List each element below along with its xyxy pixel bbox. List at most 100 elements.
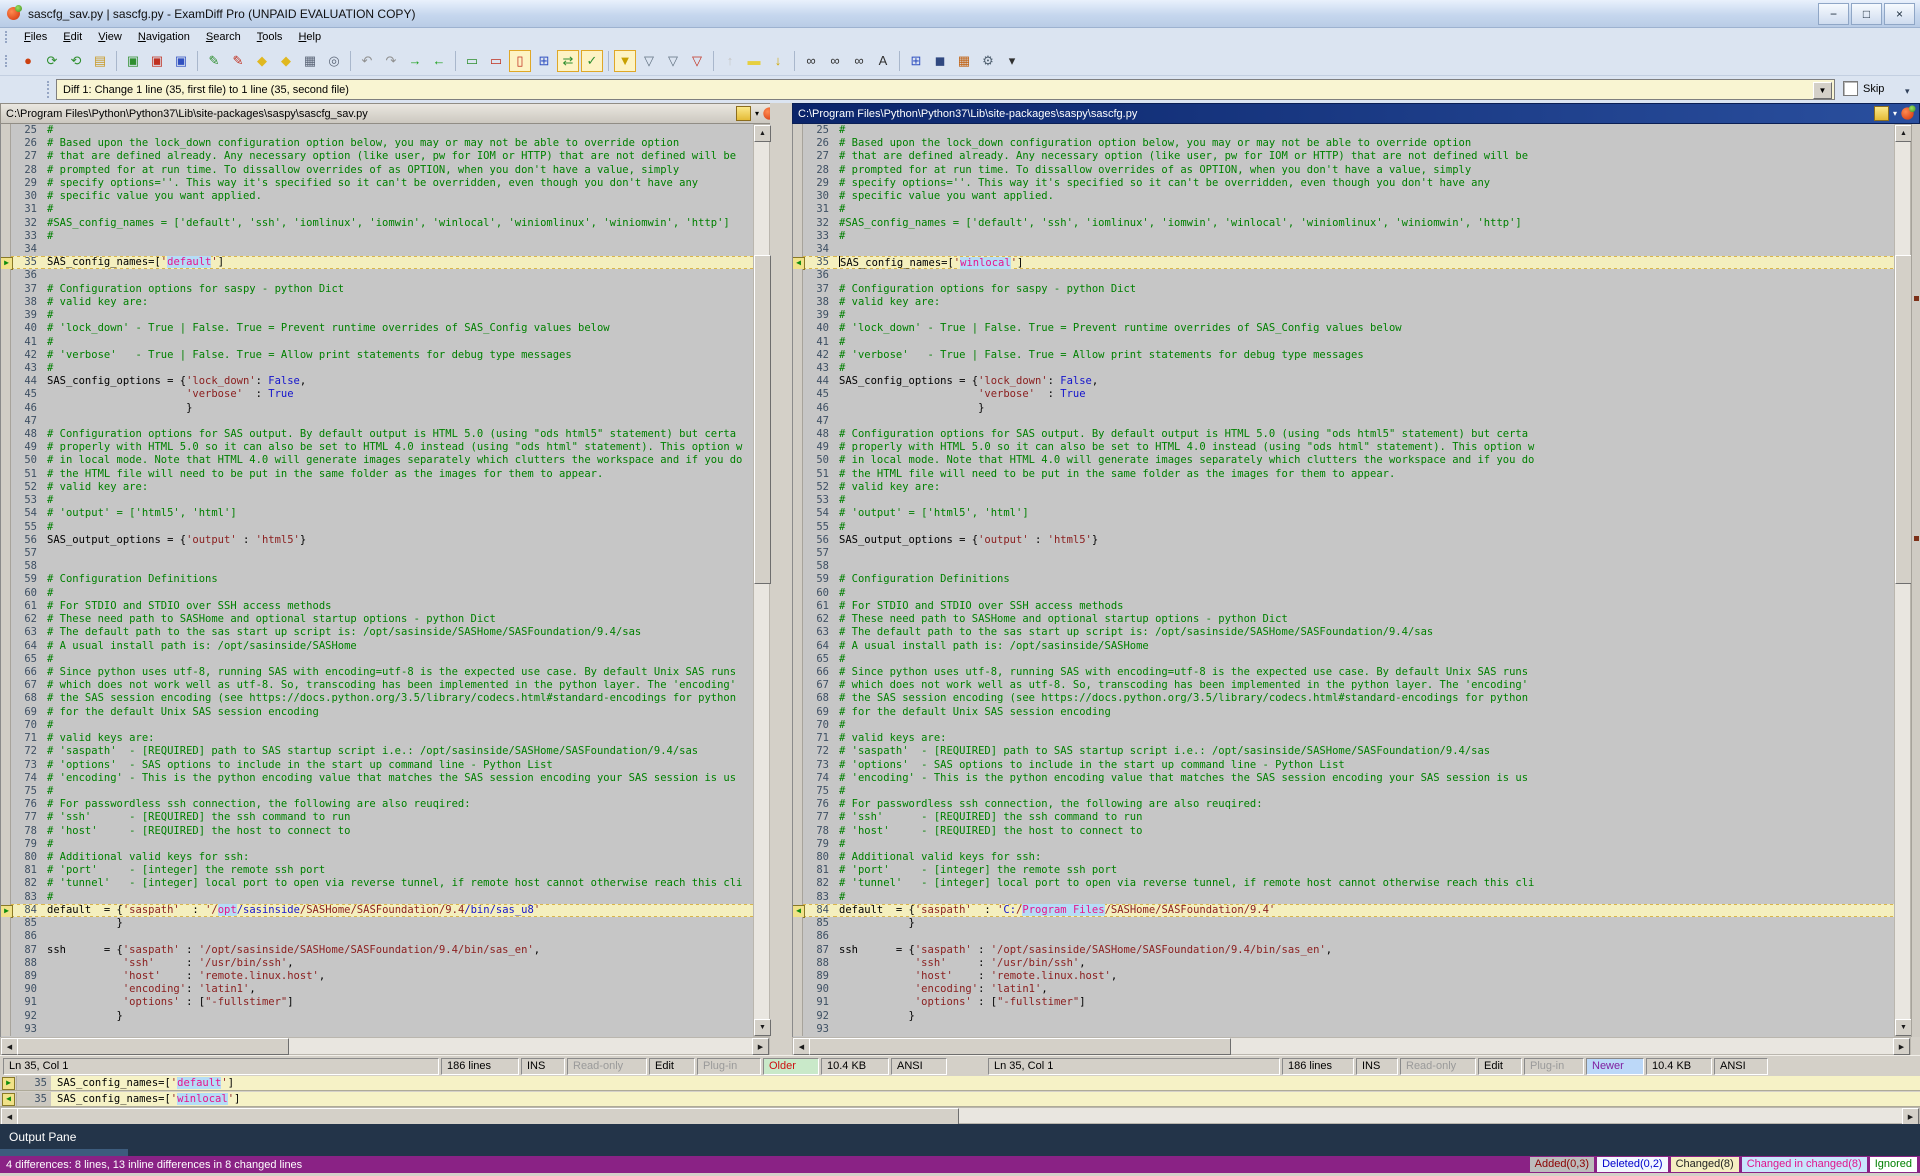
code-line[interactable]: 42# 'verbose' - True | False. True = All…: [1, 349, 753, 362]
find-next-difference-icon[interactable]: ∞: [824, 50, 846, 72]
filter-icon[interactable]: ▼: [614, 50, 636, 72]
swap-and-recompare-icon[interactable]: ⟲: [65, 50, 87, 72]
code-line[interactable]: 51# the HTML file will need to be put in…: [1, 468, 753, 481]
auto-recompare-icon[interactable]: ✓: [581, 50, 603, 72]
code-line[interactable]: 43#: [1, 362, 753, 375]
plugins-icon[interactable]: ◼: [929, 50, 951, 72]
code-line[interactable]: 86: [1, 930, 753, 943]
code-line[interactable]: 52# valid key are:: [793, 481, 1894, 494]
code-line[interactable]: 71# valid keys are:: [1, 732, 753, 745]
code-line[interactable]: 36: [1, 269, 753, 282]
code-line[interactable]: ▶35SAS_config_names=['default']: [1, 256, 753, 269]
diffbar-grip[interactable]: [42, 81, 55, 99]
code-line[interactable]: 76# For passwordless ssh connection, the…: [1, 798, 753, 811]
code-line[interactable]: 48# Configuration options for SAS output…: [793, 428, 1894, 441]
filter-clear-icon[interactable]: ▽: [686, 50, 708, 72]
code-line[interactable]: 86: [793, 930, 1894, 943]
second-file-hscrollbar[interactable]: ◀ ▶: [792, 1037, 1911, 1055]
code-line[interactable]: 82# 'tunnel' - [integer] local port to o…: [1, 877, 753, 890]
code-line[interactable]: 73# 'options' - SAS options to include i…: [1, 759, 753, 772]
code-line[interactable]: 76# For passwordless ssh connection, the…: [793, 798, 1894, 811]
code-line[interactable]: 38# valid key are:: [1, 296, 753, 309]
redo-icon[interactable]: ↷: [380, 50, 402, 72]
code-line[interactable]: 62# These need path to SASHome and optio…: [793, 613, 1894, 626]
highlight-second-icon[interactable]: ◆: [275, 50, 297, 72]
code-line[interactable]: 78# 'host' - [REQUIRED] the host to conn…: [793, 825, 1894, 838]
code-line[interactable]: 40# 'lock_down' - True | False. True = P…: [1, 322, 753, 335]
close-button[interactable]: ×: [1884, 3, 1915, 25]
code-line[interactable]: 71# valid keys are:: [793, 732, 1894, 745]
diff-map-strip[interactable]: [1911, 124, 1920, 1037]
code-line[interactable]: 28# prompted for at run time. To dissall…: [1, 164, 753, 177]
hscroll-thumb[interactable]: [17, 1108, 959, 1125]
code-line[interactable]: 32#SAS_config_names = ['default', 'ssh',…: [793, 217, 1894, 230]
code-line[interactable]: 72# 'saspath' - [REQUIRED] path to SAS s…: [793, 745, 1894, 758]
scroll-down-icon[interactable]: ▼: [754, 1019, 771, 1036]
code-line[interactable]: 66# Since python uses utf-8, running SAS…: [1, 666, 753, 679]
menu-item-tools[interactable]: Tools: [249, 30, 291, 45]
code-line[interactable]: 67# which does not work well as utf-8. S…: [793, 679, 1894, 692]
first-file-hscrollbar[interactable]: ◀ ▶: [0, 1037, 770, 1055]
code-line[interactable]: 62# These need path to SASHome and optio…: [1, 613, 753, 626]
code-line[interactable]: 37# Configuration options for saspy - py…: [793, 283, 1894, 296]
show-changed-icon[interactable]: ▯: [509, 50, 531, 72]
first-file-header[interactable]: C:\Program Files\Python\Python37\Lib\sit…: [0, 103, 782, 124]
code-line[interactable]: 93: [1, 1023, 753, 1036]
copy-path-icon[interactable]: [1874, 106, 1889, 121]
copy-path-icon[interactable]: [736, 106, 751, 121]
code-line[interactable]: 25#: [1, 124, 753, 137]
synchronized-scrolling-icon[interactable]: ⇄: [557, 50, 579, 72]
code-line[interactable]: 38# valid key are:: [793, 296, 1894, 309]
header-dropdown-icon[interactable]: ▾: [1893, 109, 1897, 118]
code-line[interactable]: 29# specify options=''. This way it's sp…: [1, 177, 753, 190]
code-line[interactable]: 92 }: [1, 1010, 753, 1023]
hscroll-thumb[interactable]: [17, 1038, 289, 1055]
code-line[interactable]: 59# Configuration Definitions: [793, 573, 1894, 586]
code-line[interactable]: 74# 'encoding' - This is the python enco…: [1, 772, 753, 785]
panes-layout-icon[interactable]: ⊞: [905, 50, 927, 72]
toolbar-grip[interactable]: [5, 55, 10, 67]
code-line[interactable]: 39#: [793, 309, 1894, 322]
code-line[interactable]: 77# 'ssh' - [REQUIRED] the ssh command t…: [793, 811, 1894, 824]
code-line[interactable]: 89 'host' : 'remote.linux.host',: [793, 970, 1894, 983]
code-line[interactable]: 88 'ssh' : '/usr/bin/ssh',: [1, 957, 753, 970]
code-line[interactable]: 93: [793, 1023, 1894, 1036]
second-file-vscrollbar[interactable]: ▲ ▼: [1894, 124, 1911, 1037]
options-icon[interactable]: ⚙: [977, 50, 999, 72]
menu-grip[interactable]: [5, 31, 10, 43]
code-line[interactable]: 44SAS_config_options = {'lock_down': Fal…: [793, 375, 1894, 388]
code-line[interactable]: 49# properly with HTML 5.0 so it can als…: [1, 441, 753, 454]
maximize-button[interactable]: □: [1851, 3, 1882, 25]
code-line[interactable]: 31#: [1, 203, 753, 216]
print-icon[interactable]: ▦: [299, 50, 321, 72]
code-line[interactable]: 74# 'encoding' - This is the python enco…: [793, 772, 1894, 785]
save-both-files-icon[interactable]: ▣: [170, 50, 192, 72]
code-line[interactable]: 30# specific value you want applied.: [793, 190, 1894, 203]
code-line[interactable]: 60#: [1, 587, 753, 600]
save-first-file-icon[interactable]: ▣: [122, 50, 144, 72]
menu-item-edit[interactable]: Edit: [55, 30, 90, 45]
code-line[interactable]: 91 'options' : ["-fullstimer"]: [793, 996, 1894, 1009]
menu-item-search[interactable]: Search: [198, 30, 249, 45]
code-line[interactable]: ◀84default = {'saspath' : 'C:/Program Fi…: [793, 904, 1894, 917]
show-all-icon[interactable]: ⊞: [533, 50, 555, 72]
code-line[interactable]: 64# A usual install path is: /opt/sasins…: [1, 640, 753, 653]
code-line[interactable]: 78# 'host' - [REQUIRED] the host to conn…: [1, 825, 753, 838]
bottom-pane-hscrollbar[interactable]: ◀ ▶: [0, 1107, 1920, 1124]
find-icon[interactable]: ∞: [800, 50, 822, 72]
filter-options-icon[interactable]: ▽: [662, 50, 684, 72]
code-line[interactable]: 58: [1, 560, 753, 573]
hscroll-thumb[interactable]: [809, 1038, 1231, 1055]
diff-location-arrow-icon[interactable]: ▶: [0, 257, 13, 270]
code-line[interactable]: 91 'options' : ["-fullstimer"]: [1, 996, 753, 1009]
scroll-right-icon[interactable]: ▶: [1902, 1108, 1919, 1125]
code-line[interactable]: 68# the SAS session encoding (see https:…: [793, 692, 1894, 705]
first-file-vscrollbar[interactable]: ▲ ▼: [753, 124, 770, 1037]
code-line[interactable]: 83#: [1, 891, 753, 904]
find-previous-difference-icon[interactable]: ∞: [848, 50, 870, 72]
scroll-left-icon[interactable]: ◀: [793, 1038, 810, 1055]
code-line[interactable]: 27# that are defined already. Any necess…: [793, 150, 1894, 163]
recompare-icon[interactable]: ⟳: [41, 50, 63, 72]
code-line[interactable]: 54# 'output' = ['html5', 'html']: [793, 507, 1894, 520]
code-line[interactable]: 60#: [793, 587, 1894, 600]
